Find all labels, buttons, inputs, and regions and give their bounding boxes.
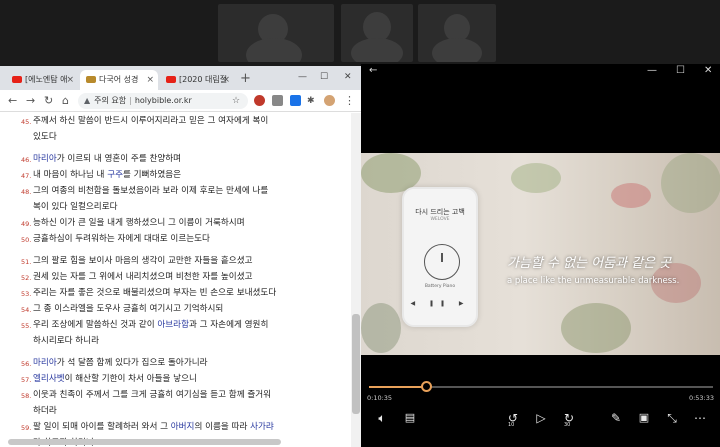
home-icon[interactable]: ⌂ <box>62 93 69 109</box>
verse: 49. 능하신 이가 큰 일을 내게 행하셨으니 그 이름이 거룩하시며 <box>21 218 245 228</box>
menu-icon[interactable]: ⋮ <box>344 93 355 109</box>
video-frame[interactable]: 다시 드리는 고백 WELOVE Battery Piano ◀ ❚❚ ▶ 가늠… <box>361 153 720 355</box>
verse: 45. 주께서 하신 말씀이 반드시 이루어지리라고 믿은 그 여자에게 복이 있… <box>21 116 269 142</box>
highlight-link[interactable]: 마리아 <box>33 154 57 164</box>
verse: 56. 마리아가 석 달쯤 함께 있다가 집으로 돌아가니라 <box>21 358 208 368</box>
minimize-button[interactable]: — <box>647 64 657 78</box>
close-icon[interactable]: × <box>66 70 74 90</box>
edit-icon[interactable]: ✎ <box>607 408 625 428</box>
close-button[interactable]: ✕ <box>344 68 352 86</box>
highlight-link[interactable]: 아버지 <box>171 422 195 432</box>
maximize-button[interactable]: ☐ <box>676 64 685 78</box>
highlight-link[interactable]: 아브라함 <box>157 320 189 330</box>
fullscreen-icon[interactable]: ⤡ <box>663 408 681 428</box>
participant-video-3[interactable] <box>418 4 496 62</box>
seek-progress <box>369 386 428 388</box>
verse: 47. 내 마음이 하나님 내 구주를 기뻐하였음은 <box>21 170 182 180</box>
phone-artist: WELOVE <box>430 217 450 222</box>
caption-korean: 가늠할 수 없는 어둠과 같은 곳 <box>507 256 672 271</box>
new-tab-button[interactable]: + <box>240 70 251 88</box>
dial-icon <box>424 244 460 280</box>
extension-icon[interactable] <box>254 95 265 106</box>
horizontal-scrollbar[interactable] <box>8 439 281 445</box>
youtube-icon <box>166 76 176 83</box>
verse: 58. 이웃과 친족이 주께서 그를 크게 긍휼히 여기심을 듣고 함께 즐거워… <box>21 390 272 416</box>
scrollbar-thumb[interactable] <box>352 314 360 414</box>
tab-bar: [에노엔탐 애 × 다국어 성경 × [2020 대림절 × + — ☐ ✕ <box>0 66 361 90</box>
subtitles-icon[interactable]: ▤ <box>401 408 419 428</box>
verse: 57. 엘리사벳이 해산할 기한이 차서 아들을 낳으니 <box>21 374 197 384</box>
verse: 51. 그의 팔로 힘을 보이사 마음의 생각이 교만한 자들을 흩으셨고 <box>21 256 253 266</box>
puzzle-icon[interactable]: ✱ <box>307 93 315 109</box>
url-text: holybible.or.kr <box>134 96 192 105</box>
highlight-link[interactable]: 사가랴 <box>250 422 274 432</box>
verse: 50. 긍휼하심이 두려워하는 자에게 대대로 이르는도다 <box>21 234 210 244</box>
phone-song-title: 다시 드리는 고백 <box>415 208 465 216</box>
back-icon[interactable]: ← <box>369 64 377 78</box>
phone-playback-icons: ◀ ❚❚ ▶ <box>410 300 470 307</box>
more-options-icon[interactable]: ⋯ <box>691 408 709 428</box>
verse: 46. 마리아가 이르되 내 영혼이 주를 찬양하며 <box>21 154 182 164</box>
highlight-link[interactable]: 구주 <box>107 170 123 180</box>
back-icon[interactable]: ← <box>8 93 17 109</box>
verse: 53. 주리는 자를 좋은 것으로 배불리셨으며 부자는 빈 손으로 보내셨도다 <box>21 288 277 298</box>
address-bar: ← → ↻ ⌂ ▲ 주의 요함 | holybible.or.kr ☆ ✱ ⋮ <box>0 90 361 112</box>
extension-icon[interactable] <box>290 95 301 106</box>
bible-text: 45. 주께서 하신 말씀이 반드시 이루어지리라고 믿은 그 여자에게 복이 있… <box>0 113 351 447</box>
youtube-icon <box>12 76 22 83</box>
tab-advent[interactable]: [2020 대림절 × <box>160 70 234 90</box>
tab-bible[interactable]: 다국어 성경 × <box>80 70 158 90</box>
close-icon[interactable]: × <box>222 70 230 90</box>
player-titlebar: ← — ☐ ✕ <box>361 64 720 80</box>
mini-view-icon[interactable]: ▣ <box>635 408 653 428</box>
current-time: 0:10:35 <box>367 394 393 402</box>
verse: 48. 그의 여종의 비천함을 돌보셨음이라 보라 이제 후로는 만세에 나를 복… <box>21 186 269 212</box>
close-icon[interactable]: × <box>146 70 154 90</box>
tab-enoentam[interactable]: [에노엔탐 애 × <box>6 70 78 90</box>
tab-label: 다국어 성경 <box>99 75 139 84</box>
maximize-button[interactable]: ☐ <box>320 68 328 86</box>
player-controls: 🔈︎ ▤ ↺ 10 ▷ ↻ 30 ✎ ▣ ⤡ ⋯ <box>361 408 720 430</box>
participant-video-1[interactable] <box>218 4 334 62</box>
skip-forward-icon[interactable]: ↻ 30 <box>559 408 579 428</box>
verse: 55. 우리 조상에게 말씀하신 것과 같이 아브라함과 그 자손에게 영원히 … <box>21 320 269 346</box>
play-icon[interactable]: ▷ <box>532 408 550 428</box>
phone-mockup: 다시 드리는 고백 WELOVE Battery Piano ◀ ❚❚ ▶ <box>402 187 478 327</box>
verse: 54. 그 종 이스라엘을 도우사 긍휼히 여기시고 기억하시되 <box>21 304 224 314</box>
seek-handle[interactable] <box>421 381 433 392</box>
close-button[interactable]: ✕ <box>704 64 712 78</box>
participant-video-2[interactable] <box>341 4 413 62</box>
volume-icon[interactable]: 🔈︎ <box>373 408 391 428</box>
total-time: 0:53:33 <box>688 394 714 402</box>
tab-label: [2020 대림절 <box>179 75 228 84</box>
star-icon[interactable]: ☆ <box>232 93 240 109</box>
phone-brand: Battery Piano <box>424 284 456 289</box>
security-label: 주의 요함 <box>94 96 127 105</box>
skip-back-icon[interactable]: ↺ 10 <box>503 408 523 428</box>
extension-icon[interactable] <box>272 95 283 106</box>
avatar[interactable] <box>324 95 335 106</box>
url-input[interactable]: ▲ 주의 요함 | holybible.or.kr <box>78 93 248 109</box>
minimize-button[interactable]: — <box>298 68 307 86</box>
reload-icon[interactable]: ↻ <box>44 93 53 109</box>
warning-icon: ▲ <box>84 96 91 105</box>
video-player-window: ← — ☐ ✕ 다시 드리는 고백 WELOVE Battery Piano ◀… <box>361 64 720 447</box>
verse: 52. 권세 있는 자를 그 위에서 내리치셨으며 비천한 자를 높이셨고 <box>21 272 253 282</box>
caption-english: a place like the unmeasurable darkness. <box>507 276 680 286</box>
tab-label: [에노엔탐 애 <box>25 75 68 84</box>
highlight-link[interactable]: 마리아 <box>33 358 57 368</box>
highlight-link[interactable]: 엘리사벳 <box>33 374 65 384</box>
browser-window: [에노엔탐 애 × 다국어 성경 × [2020 대림절 × + — ☐ ✕ ←… <box>0 66 361 447</box>
participant-strip <box>0 0 720 64</box>
book-icon <box>86 76 96 83</box>
forward-icon[interactable]: → <box>26 93 35 109</box>
